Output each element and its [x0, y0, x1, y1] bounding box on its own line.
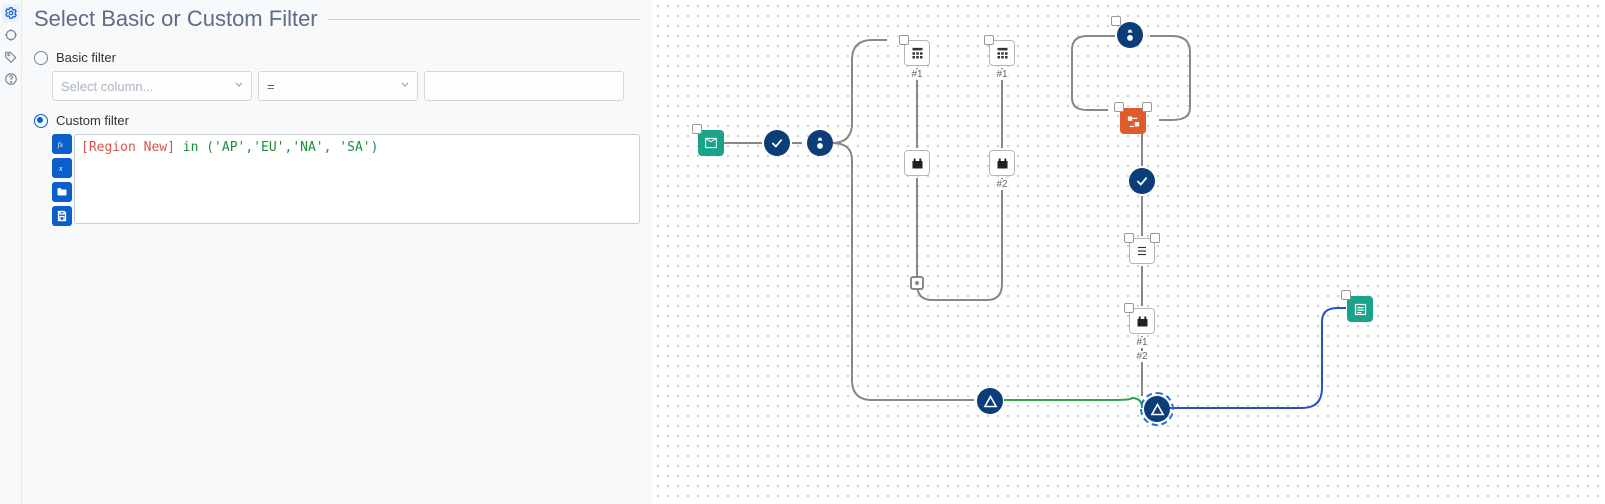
chevron-down-icon: [399, 79, 411, 94]
label-hash: #1: [995, 69, 1008, 80]
anchor-icon: [1124, 233, 1134, 243]
radio-custom[interactable]: [34, 114, 48, 128]
basic-filter-label: Basic filter: [56, 50, 116, 65]
operator-select[interactable]: =: [258, 71, 418, 101]
node-output[interactable]: [1347, 296, 1373, 322]
node-input[interactable]: [698, 130, 724, 156]
node-action-right[interactable]: #2: [989, 150, 1015, 176]
anchor-icon: [1114, 102, 1124, 112]
anchor-icon: [692, 124, 702, 134]
config-panel: Select Basic or Custom Filter Basic filt…: [22, 0, 652, 504]
basic-filter-radio-row[interactable]: Basic filter: [34, 46, 640, 71]
chevron-down-icon: [233, 79, 245, 94]
column-placeholder: Select column...: [61, 79, 154, 94]
node-select-2[interactable]: [1129, 168, 1155, 194]
label-hash: #1: [1135, 337, 1148, 348]
tag-icon[interactable]: [2, 48, 20, 66]
anchor-icon: [1111, 16, 1121, 26]
label-hash: #2: [995, 179, 1008, 190]
workflow-canvas[interactable]: #1 #1 #2: [652, 0, 1605, 504]
app-root: Select Basic or Custom Filter Basic filt…: [0, 0, 1605, 504]
save-button[interactable]: [52, 206, 72, 226]
expr-keyword-token: in: [183, 140, 199, 155]
node-action-left[interactable]: [904, 150, 930, 176]
anchor-icon: [984, 35, 994, 45]
custom-filter-label: Custom filter: [56, 113, 129, 128]
help-icon[interactable]: [2, 70, 20, 88]
custom-filter-block: fx x [Region New] in ('AP','EU','NA', 'S…: [34, 134, 640, 226]
radio-basic[interactable]: [34, 51, 48, 65]
side-rail: [0, 0, 22, 504]
panel-title: Select Basic or Custom Filter: [34, 6, 318, 32]
anchor-icon: [1150, 233, 1160, 243]
value-input[interactable]: [424, 71, 624, 101]
expr-field-token: [Region New]: [81, 140, 175, 155]
expression-editor[interactable]: [Region New] in ('AP','EU','NA', 'SA'): [74, 134, 640, 224]
fx-button[interactable]: fx: [52, 134, 72, 154]
variable-button[interactable]: x: [52, 158, 72, 178]
operator-value: =: [267, 79, 275, 94]
expression-toolbar: fx x: [52, 134, 74, 226]
panel-header: Select Basic or Custom Filter: [34, 6, 640, 32]
svg-text:x: x: [57, 163, 62, 173]
target-icon[interactable]: [2, 26, 20, 44]
custom-filter-radio-row[interactable]: Custom filter: [34, 109, 640, 134]
svg-text:fx: fx: [57, 140, 63, 149]
node-join-left[interactable]: [977, 388, 1003, 414]
anchor-icon: [1142, 102, 1152, 112]
node-list[interactable]: [1129, 238, 1155, 264]
node-formula-top[interactable]: [1117, 22, 1143, 48]
basic-filter-controls: Select column... =: [34, 71, 640, 109]
node-filter-selected[interactable]: [1144, 396, 1170, 422]
label-hash: #1: [910, 69, 923, 80]
anchor-icon: [1341, 290, 1351, 300]
expr-args-token: ('AP','EU','NA', 'SA'): [206, 140, 378, 155]
gear-icon[interactable]: [2, 4, 20, 22]
node-calc-right[interactable]: #1: [989, 40, 1015, 66]
node-formula[interactable]: [807, 130, 833, 156]
header-divider: [328, 19, 640, 20]
node-action-3[interactable]: #1 #2: [1129, 308, 1155, 334]
label-hash-2: #2: [1135, 351, 1148, 362]
anchor-icon: [1124, 303, 1134, 313]
anchor-icon: [899, 35, 909, 45]
node-select[interactable]: [764, 130, 790, 156]
folder-button[interactable]: [52, 182, 72, 202]
node-calc-left[interactable]: #1: [904, 40, 930, 66]
column-select[interactable]: Select column...: [52, 71, 252, 101]
loop-anchor[interactable]: [910, 276, 924, 290]
node-transform[interactable]: [1120, 108, 1146, 134]
